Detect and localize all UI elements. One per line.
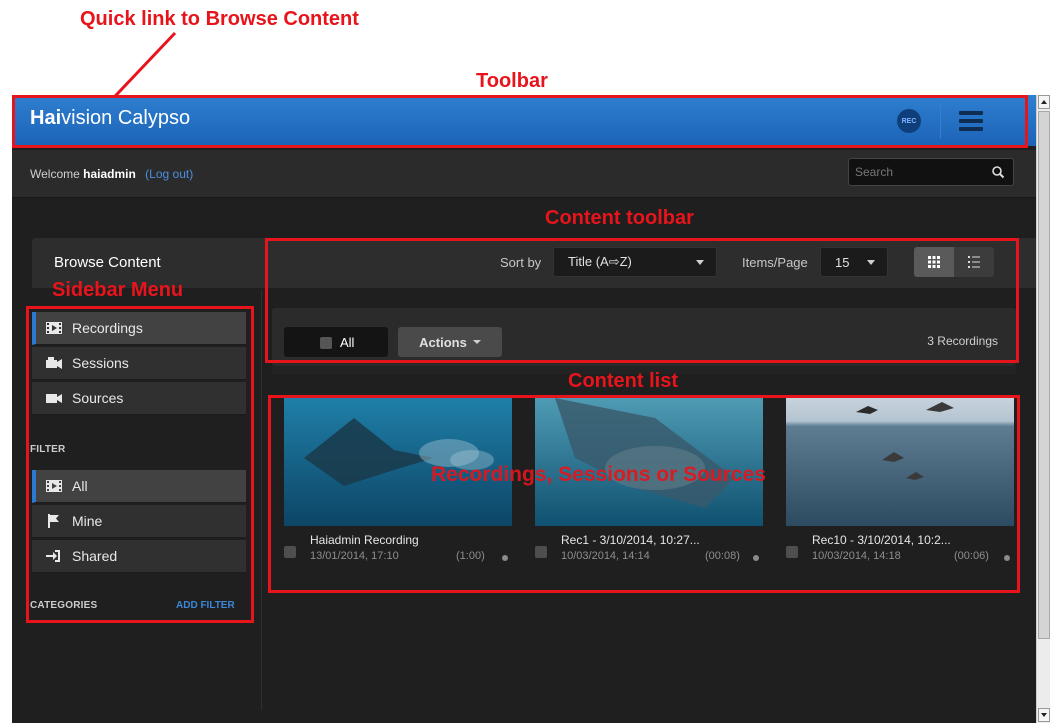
arrow-up-icon	[1041, 100, 1047, 104]
sidebar-separator	[261, 290, 262, 710]
screenshot-root: Quick link to Browse Content Toolbar Hai…	[0, 0, 1050, 723]
search-icon[interactable]	[991, 165, 1005, 179]
username: haiadmin	[83, 167, 136, 181]
annotation-box-content-toolbar	[265, 238, 1019, 363]
annotation-sidebar-menu: Sidebar Menu	[52, 279, 184, 301]
welcome-text: Welcome haiadmin (Log out)	[30, 167, 194, 181]
annotation-box-content-list	[268, 395, 1020, 593]
annotation-box-toolbar	[12, 95, 1028, 148]
annotation-box-sidebar	[26, 306, 254, 623]
annotation-content-toolbar: Content toolbar	[545, 207, 694, 229]
annotation-content-list: Content list	[568, 370, 678, 392]
arrow-down-icon	[1041, 713, 1047, 717]
logout-link[interactable]: (Log out)	[145, 167, 193, 181]
scroll-thumb[interactable]	[1038, 111, 1050, 639]
scroll-up-button[interactable]	[1038, 95, 1050, 109]
sidebar-title: Browse Content	[54, 254, 161, 271]
user-bar: Welcome haiadmin (Log out)	[12, 150, 1036, 198]
annotation-toolbar: Toolbar	[476, 70, 548, 92]
search-input[interactable]	[855, 163, 985, 181]
vertical-scrollbar[interactable]	[1036, 95, 1050, 723]
search-box	[848, 158, 1014, 186]
scroll-down-button[interactable]	[1038, 708, 1050, 722]
